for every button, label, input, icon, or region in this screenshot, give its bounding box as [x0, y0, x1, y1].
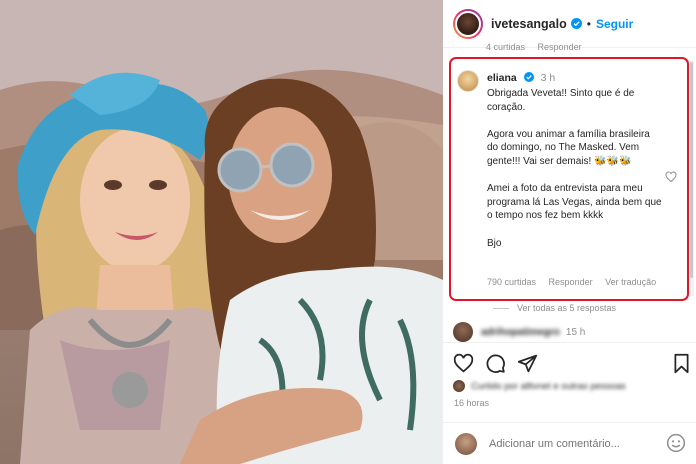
comment-header: eliana 3 h [487, 72, 555, 84]
previous-comment-likes[interactable]: 4 curtidas [486, 42, 525, 52]
comment-avatar[interactable] [457, 70, 479, 92]
verified-badge-icon [570, 18, 582, 29]
post-header: ivetesangalo • Seguir [443, 0, 696, 48]
scrollbar-thumb[interactable] [690, 62, 693, 278]
photo-illustration [0, 0, 443, 464]
view-replies-label: Ver todas as 5 respostas [517, 303, 617, 313]
next-comment-username[interactable]: adrihopatimegro [481, 327, 560, 338]
share-icon[interactable] [517, 353, 538, 374]
comment-meta: 790 curtidas Responder Ver tradução [487, 277, 666, 287]
comment-icon[interactable] [485, 353, 506, 374]
bookmark-icon[interactable] [671, 353, 692, 374]
comment-username[interactable]: eliana [487, 72, 517, 84]
previous-comment-meta: 4 curtidas Responder [486, 42, 592, 52]
comment-time: 3 h [540, 72, 556, 84]
reply-divider [493, 307, 509, 309]
add-comment-bar [443, 422, 696, 464]
comment-paragraph: Agora vou animar a família brasileira do… [487, 128, 650, 167]
add-comment-input[interactable] [489, 437, 659, 450]
post-timestamp[interactable]: 16 horas [454, 398, 489, 408]
heart-icon[interactable] [453, 353, 474, 374]
next-comment-avatar[interactable] [453, 322, 473, 342]
comment-paragraph: Bjo [487, 237, 502, 249]
highlighted-comment: eliana 3 h Obrigada Veveta!! Sinto que é… [449, 57, 689, 301]
post-photo[interactable] [0, 0, 443, 464]
view-replies-link[interactable]: Ver todas as 5 respostas [493, 303, 616, 313]
comment-reply-button[interactable]: Responder [549, 277, 593, 287]
post-side-panel: ivetesangalo • Seguir 4 curtidas Respond… [443, 0, 696, 464]
current-user-avatar [455, 432, 477, 455]
heart-icon[interactable] [665, 171, 677, 183]
header-separator: • [586, 16, 591, 31]
follow-button[interactable]: Seguir [596, 17, 633, 31]
post-actions [443, 342, 696, 382]
verified-badge-icon [523, 72, 534, 82]
next-comment-time: 15 h [565, 326, 586, 338]
emoji-icon[interactable] [666, 433, 686, 453]
translate-button[interactable]: Ver tradução [605, 277, 656, 287]
comment-likes[interactable]: 790 curtidas [487, 277, 536, 287]
previous-comment-reply[interactable]: Responder [538, 42, 582, 52]
next-comment: adrihopatimegro 15 h [453, 322, 585, 342]
liked-by-text: Curtido por alltvnet e outras pessoas [471, 380, 626, 392]
comment-text: Obrigada Veveta!! Sinto que é de coração… [487, 87, 663, 250]
comment-paragraph: Amei a foto da entrevista para meu progr… [487, 183, 662, 222]
comment-paragraph: Obrigada Veveta!! Sinto que é de coração… [487, 88, 635, 113]
liked-by[interactable]: Curtido por alltvnet e outras pessoas [453, 380, 626, 392]
comments-scrollbar[interactable] [689, 60, 694, 296]
liked-by-avatar [453, 380, 465, 392]
author-username[interactable]: ivetesangalo [491, 17, 567, 31]
author-avatar[interactable] [453, 8, 483, 39]
